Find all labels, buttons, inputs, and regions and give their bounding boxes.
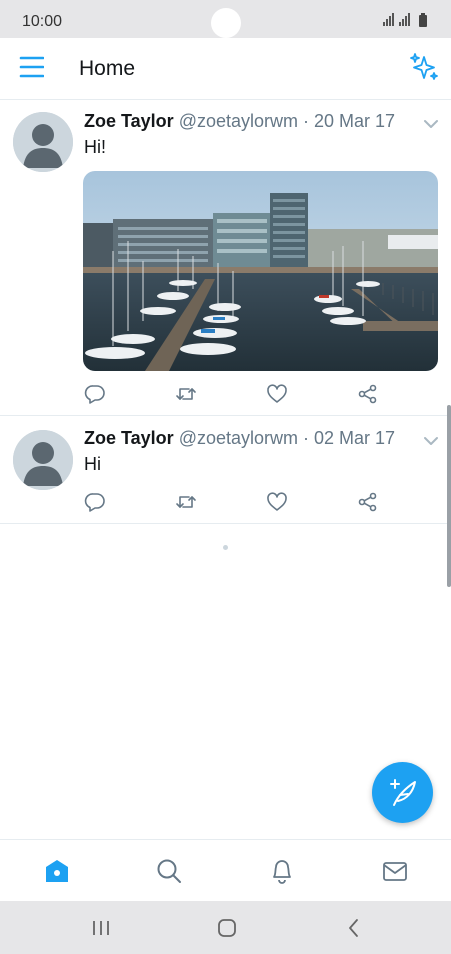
status-icons xyxy=(383,13,431,32)
notifications-icon[interactable] xyxy=(269,858,295,884)
search-icon[interactable] xyxy=(156,858,182,884)
system-nav xyxy=(0,901,451,954)
tweet-text: Hi xyxy=(84,454,101,474)
default-avatar-icon xyxy=(13,430,73,490)
like-icon[interactable] xyxy=(266,383,288,405)
battery-icon xyxy=(419,13,427,27)
home-button-icon[interactable] xyxy=(216,917,238,939)
tweet-date: 20 Mar 17 xyxy=(314,111,396,131)
meta-separator: · xyxy=(298,428,315,448)
bottom-nav xyxy=(0,839,451,901)
loading-indicator xyxy=(223,545,228,550)
meta-separator: · xyxy=(298,111,315,131)
back-icon[interactable] xyxy=(343,917,365,939)
tweet-date: 02 Mar 17 xyxy=(314,428,396,448)
tweet-text: Hi! xyxy=(84,137,106,157)
share-icon[interactable] xyxy=(357,383,379,405)
chevron-down-icon[interactable] xyxy=(423,434,439,446)
avatar[interactable] xyxy=(13,112,73,172)
share-icon[interactable] xyxy=(357,491,379,513)
camera-notch xyxy=(211,8,241,38)
reply-icon[interactable] xyxy=(84,383,106,405)
compose-tweet-button[interactable] xyxy=(372,762,433,823)
harbour-photo xyxy=(83,171,438,371)
sparkle-timeline-icon[interactable] xyxy=(409,52,439,82)
app-header: Home xyxy=(0,38,451,100)
reply-icon[interactable] xyxy=(84,491,106,513)
author-name[interactable]: Zoe Taylor xyxy=(84,111,174,131)
avatar[interactable] xyxy=(13,430,73,490)
compose-tweet-icon xyxy=(390,779,416,806)
tweet[interactable]: Zoe Taylor @zoetaylorwm · 02 Mar 17 Hi xyxy=(0,416,451,524)
tweet-header: Zoe Taylor @zoetaylorwm · 02 Mar 17 xyxy=(84,428,395,449)
like-icon[interactable] xyxy=(266,491,288,513)
author-name[interactable]: Zoe Taylor xyxy=(84,428,174,448)
tweet[interactable]: Zoe Taylor @zoetaylorwm · 20 Mar 17 Hi! xyxy=(0,100,451,416)
page-title: Home xyxy=(79,57,136,80)
tweet-header: Zoe Taylor @zoetaylorwm · 20 Mar 17 xyxy=(84,111,395,132)
recent-apps-icon[interactable] xyxy=(90,917,112,939)
retweet-icon[interactable] xyxy=(175,491,197,513)
signal-icon xyxy=(383,13,427,27)
status-time: 10:00 xyxy=(22,13,63,30)
home-icon[interactable] xyxy=(44,858,70,884)
tweet-photo[interactable] xyxy=(83,171,438,371)
status-bar: 10:00 xyxy=(0,0,451,38)
hamburger-menu-icon[interactable] xyxy=(18,54,52,84)
scrollbar[interactable] xyxy=(447,405,451,587)
chevron-down-icon[interactable] xyxy=(423,117,439,129)
messages-icon[interactable] xyxy=(382,858,408,884)
author-handle: @zoetaylorwm xyxy=(178,428,299,448)
default-avatar-icon xyxy=(13,112,73,172)
retweet-icon[interactable] xyxy=(175,383,197,405)
author-handle: @zoetaylorwm xyxy=(178,111,299,131)
timeline: Zoe Taylor @zoetaylorwm · 20 Mar 17 Hi! xyxy=(0,100,451,524)
